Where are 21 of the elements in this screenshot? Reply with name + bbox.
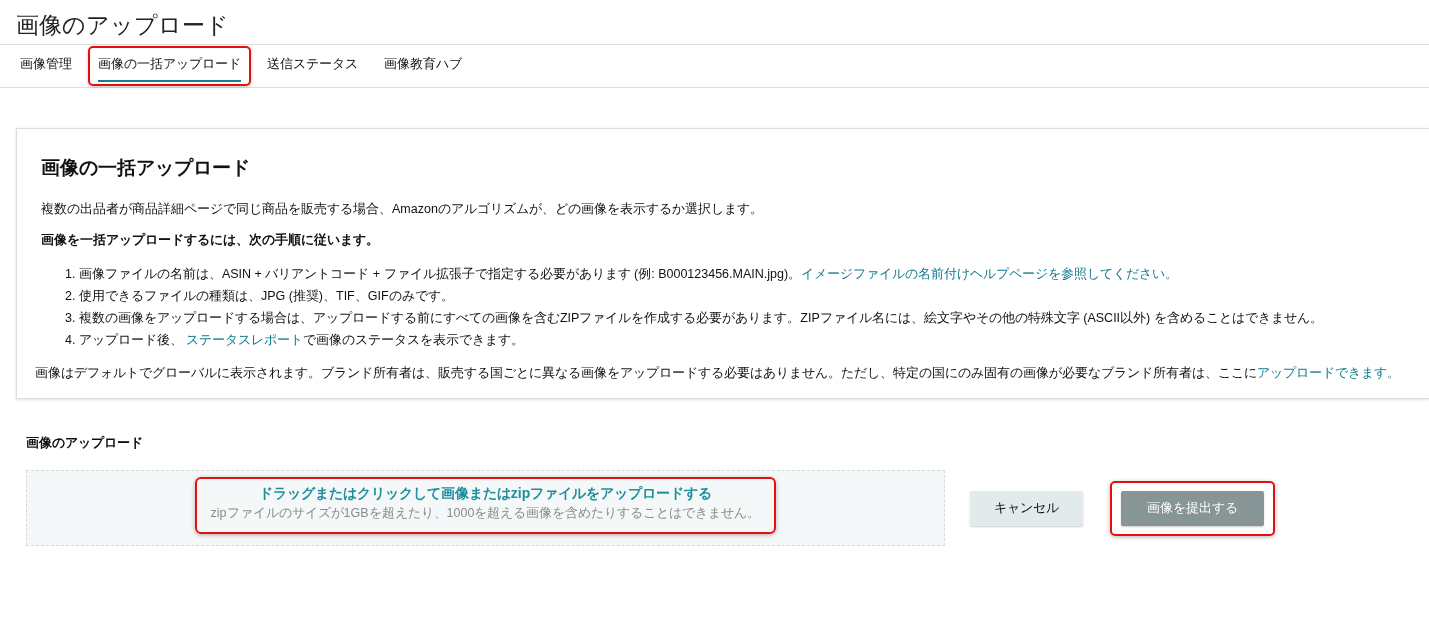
drop-zone[interactable]: ドラッグまたはクリックして画像またはzipファイルをアップロードする zipファイルのサイズが1GBを超えたり、1000を超える画像を含めたりすることはできません。 [26, 470, 945, 546]
drop-hint: zipファイルのサイズが1GBを超えたり、1000を超える画像を含めたりすることはできません。 [210, 504, 761, 522]
cancel-button[interactable]: キャンセル [970, 490, 1083, 526]
steps-heading: 画像を一括アップロードするには、次の手順に従います。 [41, 232, 380, 249]
step-item: 3. 複数の画像をアップロードする場合は、アップロードする前にすべての画像を含むZIPファイルを作成する必要があります。ZIPファイル名には、絵文字やその他の特殊文字 (ASCII以外) を含めることはできません。 [65, 310, 1323, 327]
upload-link[interactable]: アップロードできます。 [1257, 366, 1400, 380]
tab[interactable]: 画像の一括アップロード [98, 52, 241, 82]
intro-text: 複数の出品者が商品詳細ページで同じ商品を販売する場合、Amazonのアルゴリズムが、どの画像を表示するか選択します。 [41, 201, 764, 218]
step-item: 2. 使用できるファイルの種類は、JPG (推奨)、TIF、GIFのみです。 [65, 288, 454, 305]
card-heading: 画像の一括アップロード [41, 156, 251, 180]
step-item: 4. アップロード後、 ステータスレポート で画像のステータスを表示できます。 [65, 332, 525, 349]
note-text: 画像はデフォルトでグローバルに表示されます。ブランド所有者は、販売する国ごとに異なる画像をアップロードする必要はありません。ただし、特定の国にのみ固有の画像が必要なブランド所有者は、ここにアップロードできます。 [35, 365, 1401, 382]
page-title: 画像のアップロード [0, 0, 1429, 45]
help-link[interactable]: ステータスレポート [186, 333, 304, 347]
help-link[interactable]: イメージファイルの名前付けヘルプページを参照してください。 [801, 267, 1179, 281]
step-item: 1. 画像ファイルの名前は、ASIN + バリアントコード + ファイル拡張子で指定する必要があります (例: B000123456.MAIN.jpg)。イメージファイルの名前付けヘルプページを参照してください。 [65, 266, 1179, 283]
tab[interactable]: 画像管理 [20, 52, 72, 82]
section-label: 画像のアップロード [26, 435, 144, 452]
tab[interactable]: 送信ステータス [267, 52, 358, 82]
drop-title: ドラッグまたはクリックして画像またはzipファイルをアップロードする [257, 484, 714, 503]
tab[interactable]: 画像教育ハブ [384, 52, 462, 82]
